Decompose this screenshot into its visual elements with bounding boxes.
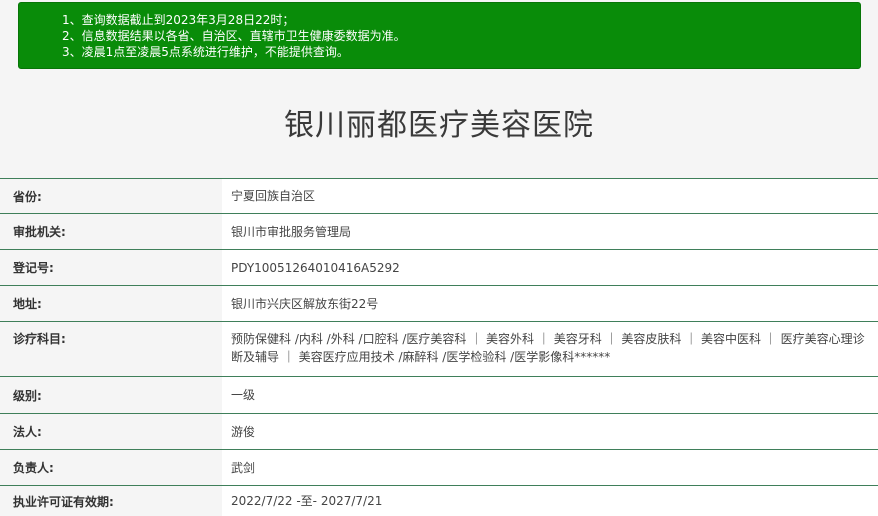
notice-line-2: 2、信息数据结果以各省、自治区、直辖市卫生健康委数据为准。 xyxy=(62,29,406,43)
row-value: 宁夏回族自治区 xyxy=(222,179,878,213)
row-value: 预防保健科 /内科 /外科 /口腔科 /医疗美容科 ｜ 美容外科 ｜ 美容牙科 … xyxy=(222,322,878,376)
row-value: 银川市审批服务管理局 xyxy=(222,214,878,249)
row-label: 级别: xyxy=(0,377,222,413)
table-row-departments: 诊疗科目: 预防保健科 /内科 /外科 /口腔科 /医疗美容科 ｜ 美容外科 ｜… xyxy=(0,322,878,377)
row-label: 负责人: xyxy=(0,450,222,485)
row-label: 法人: xyxy=(0,414,222,449)
row-label: 地址: xyxy=(0,286,222,321)
table-row-legal-person: 法人: 游俊 xyxy=(0,414,878,450)
row-label: 审批机关: xyxy=(0,214,222,249)
table-row-responsible-person: 负责人: 武剑 xyxy=(0,450,878,486)
table-row-license-validity: 执业许可证有效期: 2022/7/22 -至- 2027/7/21 xyxy=(0,486,878,516)
notice-line-3: 3、凌晨1点至凌晨5点系统进行维护，不能提供查询。 xyxy=(62,45,349,59)
notice-banner: 1、查询数据截止到2023年3月28日22时； 2、信息数据结果以各省、自治区、… xyxy=(18,2,861,69)
notice-line-1: 1、查询数据截止到2023年3月28日22时； xyxy=(62,13,295,27)
row-label: 省份: xyxy=(0,179,222,213)
row-value: 游俊 xyxy=(222,414,878,449)
row-value: 2022/7/22 -至- 2027/7/21 xyxy=(222,486,878,516)
row-value: 银川市兴庆区解放东街22号 xyxy=(222,286,878,321)
page-title: 银川丽都医疗美容医院 xyxy=(284,108,594,143)
table-row-province: 省份: 宁夏回族自治区 xyxy=(0,179,878,214)
row-label: 诊疗科目: xyxy=(0,322,222,376)
table-row-level: 级别: 一级 xyxy=(0,377,878,414)
row-label: 登记号: xyxy=(0,250,222,285)
row-value: 武剑 xyxy=(222,450,878,485)
table-row-registration: 登记号: PDY10051264010416A5292 xyxy=(0,250,878,286)
table-row-address: 地址: 银川市兴庆区解放东街22号 xyxy=(0,286,878,322)
info-table: 省份: 宁夏回族自治区 审批机关: 银川市审批服务管理局 登记号: PDY100… xyxy=(0,178,878,516)
row-value: PDY10051264010416A5292 xyxy=(222,250,878,285)
row-value: 一级 xyxy=(222,377,878,413)
table-row-authority: 审批机关: 银川市审批服务管理局 xyxy=(0,214,878,250)
row-label: 执业许可证有效期: xyxy=(0,486,222,516)
